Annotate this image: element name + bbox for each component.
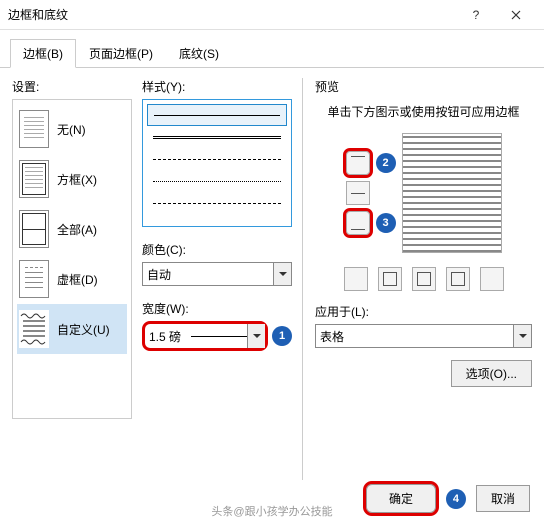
style-dash2[interactable] xyxy=(147,170,287,192)
apply-value: 表格 xyxy=(320,328,344,345)
tab-border[interactable]: 边框(B) xyxy=(10,39,76,68)
preview-diag-button[interactable] xyxy=(344,267,368,291)
style-dash1[interactable] xyxy=(147,148,287,170)
preview-label: 预览 xyxy=(315,78,532,95)
custom-icon xyxy=(19,310,49,348)
width-value: 1.5 磅 xyxy=(149,328,181,345)
watermark: 头条@跟小孩学办公技能 xyxy=(211,503,332,519)
cancel-button[interactable]: 取消 xyxy=(476,485,530,512)
preview-hint: 单击下方图示或使用按钮可应用边框 xyxy=(315,103,532,121)
setting-none[interactable]: 无(N) xyxy=(17,104,127,154)
preview-top-button[interactable] xyxy=(346,151,370,175)
style-solid[interactable] xyxy=(147,104,287,126)
preview-right-button[interactable] xyxy=(446,267,470,291)
box-icon xyxy=(19,160,49,198)
style-double[interactable] xyxy=(147,126,287,148)
dashed-icon xyxy=(19,260,49,298)
chevron-down-icon[interactable] xyxy=(247,324,265,348)
width-combo[interactable]: 1.5 磅 xyxy=(142,321,268,351)
tab-shading[interactable]: 底纹(S) xyxy=(166,39,232,68)
setting-dashed[interactable]: 虚框(D) xyxy=(17,254,127,304)
none-icon xyxy=(19,110,49,148)
width-label: 宽度(W): xyxy=(142,300,292,317)
ok-button[interactable]: 确定 xyxy=(366,484,436,513)
style-listbox[interactable] xyxy=(142,99,292,227)
setting-label: 自定义(U) xyxy=(57,321,110,338)
setting-box[interactable]: 方框(X) xyxy=(17,154,127,204)
chevron-down-icon[interactable] xyxy=(513,325,531,347)
preview-mid-button[interactable] xyxy=(346,181,370,205)
preview-bottom-button[interactable] xyxy=(346,211,370,235)
window-title: 边框和底纹 xyxy=(8,6,456,23)
close-button[interactable] xyxy=(496,1,536,29)
setting-label: 方框(X) xyxy=(57,171,97,188)
preview-left-button[interactable] xyxy=(378,267,402,291)
style-label: 样式(Y): xyxy=(142,78,292,95)
apply-label: 应用于(L): xyxy=(315,303,532,320)
setting-label: 全部(A) xyxy=(57,221,97,238)
badge-2: 2 xyxy=(376,153,396,173)
color-label: 颜色(C): xyxy=(142,241,292,258)
apply-combo[interactable]: 表格 xyxy=(315,324,532,348)
help-button[interactable]: ? xyxy=(456,1,496,29)
setting-custom[interactable]: 自定义(U) xyxy=(17,304,127,354)
all-icon xyxy=(19,210,49,248)
tab-page-border[interactable]: 页面边框(P) xyxy=(76,39,166,68)
style-dash3[interactable] xyxy=(147,192,287,214)
preview-diag2-button[interactable] xyxy=(480,267,504,291)
setting-all[interactable]: 全部(A) xyxy=(17,204,127,254)
color-value: 自动 xyxy=(147,266,171,283)
preview-doc-icon xyxy=(402,133,502,253)
options-button[interactable]: 选项(O)... xyxy=(451,360,532,387)
badge-3: 3 xyxy=(376,213,396,233)
color-combo[interactable]: 自动 xyxy=(142,262,292,286)
preview-vmid-button[interactable] xyxy=(412,267,436,291)
chevron-down-icon[interactable] xyxy=(273,263,291,285)
setting-label: 虚框(D) xyxy=(57,271,98,288)
setting-label: 无(N) xyxy=(57,121,86,138)
settings-label: 设置: xyxy=(12,78,132,95)
badge-1: 1 xyxy=(272,326,292,346)
badge-4: 4 xyxy=(446,489,466,509)
